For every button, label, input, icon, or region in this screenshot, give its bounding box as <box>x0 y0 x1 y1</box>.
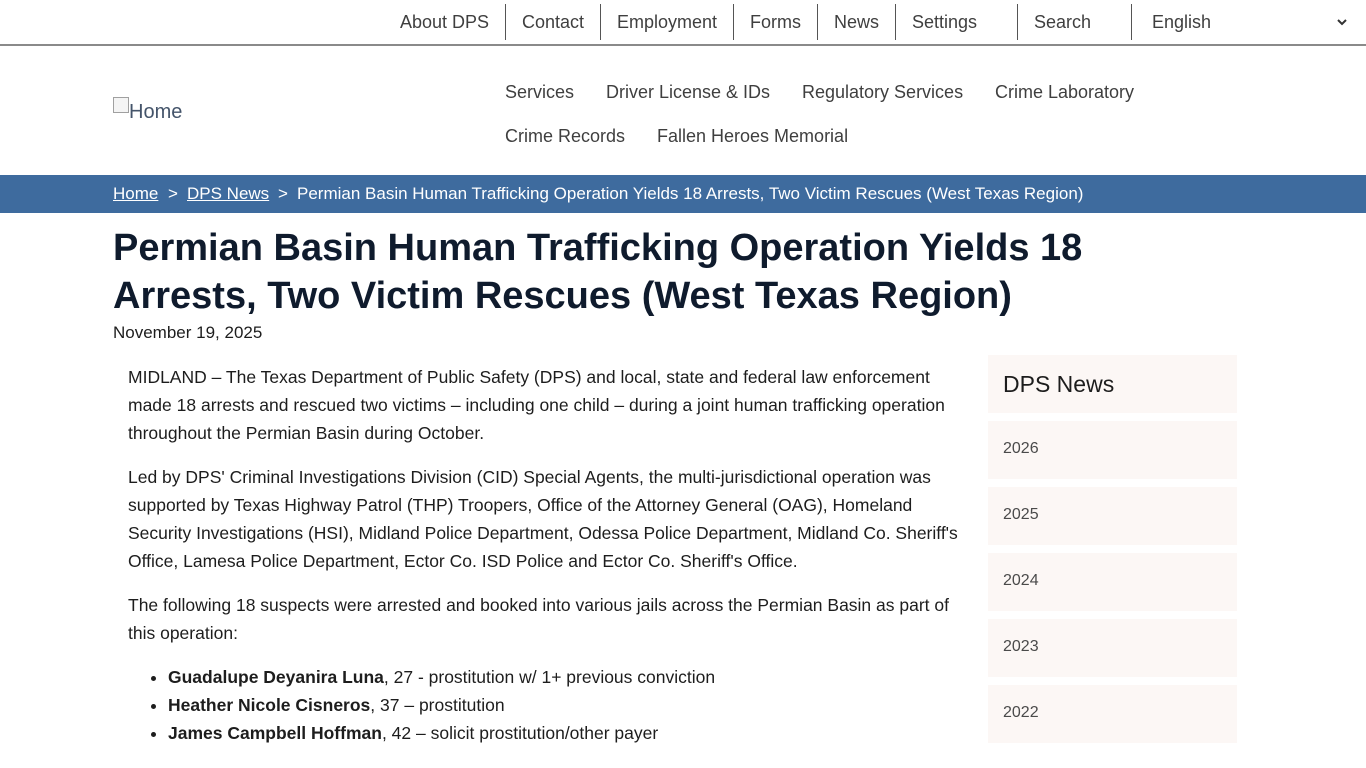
main-nav-fallen-heroes[interactable]: Fallen Heroes Memorial <box>657 126 848 147</box>
nav-contact[interactable]: Contact <box>522 4 584 40</box>
utility-divider <box>817 4 818 40</box>
suspect-detail: , 27 - prostitution w/ 1+ previous convi… <box>383 667 716 687</box>
utility-divider <box>1017 4 1018 40</box>
utility-divider <box>1131 4 1132 40</box>
suspect-name: James Campbell Hoffman <box>168 723 382 743</box>
broken-image-icon <box>113 97 129 113</box>
suspect-name: Heather Nicole Cisneros <box>168 695 371 715</box>
breadcrumb: Home > DPS News > Permian Basin Human Tr… <box>0 175 1366 213</box>
breadcrumb-current: Permian Basin Human Trafficking Operatio… <box>297 184 1084 203</box>
language-select[interactable]: English <box>1152 4 1352 40</box>
utility-bar: About DPS Contact Employment Forms News … <box>0 0 1366 46</box>
list-item: James Campbell Hoffman, 42 – solicit pro… <box>168 719 963 747</box>
utility-divider <box>600 4 601 40</box>
breadcrumb-home-link[interactable]: Home <box>113 184 158 204</box>
article-paragraph: Led by DPS' Criminal Investigations Divi… <box>128 467 958 571</box>
breadcrumb-separator: > <box>168 184 178 203</box>
list-item: Heather Nicole Cisneros, 37 – prostituti… <box>168 691 963 719</box>
nav-about-dps[interactable]: About DPS <box>400 4 489 40</box>
main-nav-driver-license[interactable]: Driver License & IDs <box>606 82 770 103</box>
nav-employment[interactable]: Employment <box>617 4 717 40</box>
breadcrumb-dps-news-link[interactable]: DPS News <box>187 184 269 204</box>
suspect-detail: , 42 – solicit prostitution/other payer <box>381 723 659 743</box>
sidebar-year-2023[interactable]: 2023 <box>988 619 1237 677</box>
news-sidebar: DPS News 2026 2025 2024 2023 2022 <box>988 355 1237 743</box>
article-body: MIDLAND – The Texas Department of Public… <box>128 363 963 747</box>
utility-divider <box>733 4 734 40</box>
article-paragraph: The following 18 suspects were arrested … <box>128 595 949 643</box>
sidebar-year-2025[interactable]: 2025 <box>988 487 1237 545</box>
page-title: Permian Basin Human Trafficking Operatio… <box>113 227 1083 317</box>
sidebar-year-2022[interactable]: 2022 <box>988 685 1237 743</box>
search-button[interactable]: Search <box>1034 4 1091 40</box>
main-nav-crime-records[interactable]: Crime Records <box>505 126 625 147</box>
article-paragraph: MIDLAND – The Texas Department of Public… <box>128 367 945 443</box>
sidebar-year-2024[interactable]: 2024 <box>988 553 1237 611</box>
breadcrumb-separator: > <box>278 184 288 203</box>
suspect-detail: , 37 – prostitution <box>370 695 505 715</box>
article-date: November 19, 2025 <box>113 323 263 342</box>
settings-button[interactable]: Settings <box>912 4 977 40</box>
nav-forms[interactable]: Forms <box>750 4 801 40</box>
utility-divider <box>505 4 506 40</box>
language-select-value: English <box>1152 11 1212 32</box>
suspect-name: Guadalupe Deyanira Luna <box>168 667 384 687</box>
sidebar-year-2026[interactable]: 2026 <box>988 421 1237 479</box>
sidebar-heading: DPS News <box>988 355 1237 413</box>
chevron-down-icon[interactable] <box>1335 14 1349 30</box>
nav-news[interactable]: News <box>834 4 879 40</box>
suspect-list: Guadalupe Deyanira Luna, 27 - prostituti… <box>128 663 963 747</box>
home-logo-link[interactable]: Home <box>113 97 182 124</box>
utility-divider <box>895 4 896 40</box>
main-nav-regulatory-services[interactable]: Regulatory Services <box>802 82 963 103</box>
main-nav-services[interactable]: Services <box>505 82 574 103</box>
main-nav-crime-laboratory[interactable]: Crime Laboratory <box>995 82 1134 103</box>
logo-alt-text: Home <box>129 101 183 123</box>
list-item: Guadalupe Deyanira Luna, 27 - prostituti… <box>168 663 963 691</box>
